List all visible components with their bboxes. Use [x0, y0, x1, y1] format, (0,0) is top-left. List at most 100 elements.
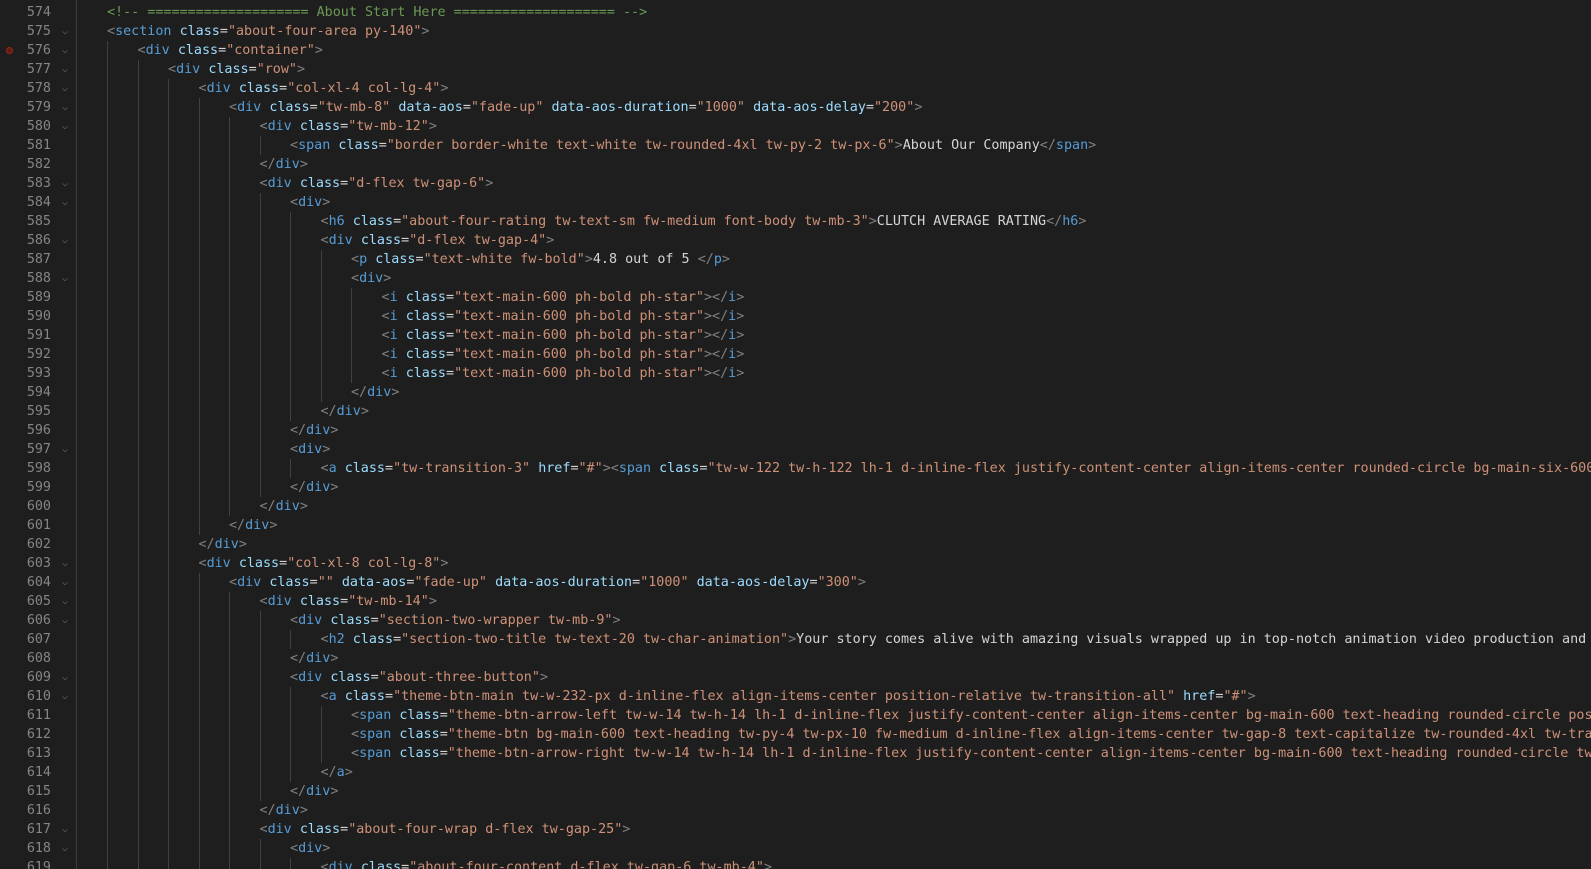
code-line[interactable]: 584 ⌵ <div> [0, 193, 1591, 212]
code-line[interactable]: 607 <h2 class="section-two-title tw-text-… [0, 630, 1591, 649]
code-line[interactable]: 613 <span class="theme-btn-arrow-right tw… [0, 744, 1591, 763]
code-line[interactable]: 614 </a> [0, 763, 1591, 782]
code-line[interactable]: 605 ⌵ <div class="tw-mb-14"> [0, 592, 1591, 611]
fold-chevron-icon[interactable]: ⌵ [58, 839, 72, 858]
code-line[interactable]: 575 ⌵ <section class="about-four-area py-1… [0, 22, 1591, 41]
code-line[interactable]: 580 ⌵ <div class="tw-mb-12"> [0, 117, 1591, 136]
indent-guide [168, 725, 169, 744]
code-line[interactable]: 585 <h6 class="about-four-rating tw-text-… [0, 212, 1591, 231]
code-line[interactable]: 595 </div> [0, 402, 1591, 421]
code-line[interactable]: 619 <div class="about-four-content d-flex… [0, 858, 1591, 869]
code-line[interactable]: 603 ⌵ <div class="col-xl-8 col-lg-8"> [0, 554, 1591, 573]
indent-guide [168, 573, 169, 592]
code-line[interactable]: 579 ⌵ <div class="tw-mb-8" data-aos="fade-… [0, 98, 1591, 117]
code-line[interactable]: 597 ⌵ <div> [0, 440, 1591, 459]
fold-chevron-icon[interactable]: ⌵ [58, 231, 72, 250]
code-line[interactable]: 606 ⌵ <div class="section-two-wrapper tw-m… [0, 611, 1591, 630]
code-text: <div class="row"> [168, 60, 305, 79]
code-line[interactable]: 604 ⌵ <div class="" data-aos="fade-up" dat… [0, 573, 1591, 592]
code-line[interactable]: 591 <i class="text-main-600 ph-bold ph-st… [0, 326, 1591, 345]
code-line[interactable]: 616 </div> [0, 801, 1591, 820]
token-bracket: > [914, 100, 923, 115]
code-line[interactable]: 618 ⌵ <div> [0, 839, 1591, 858]
fold-chevron-icon[interactable]: ⌵ [58, 440, 72, 459]
code-line[interactable]: 589 <i class="text-main-600 ph-bold ph-st… [0, 288, 1591, 307]
code-line[interactable]: 590 <i class="text-main-600 ph-bold ph-st… [0, 307, 1591, 326]
code-line[interactable]: 583 ⌵ <div class="d-flex tw-gap-6"> [0, 174, 1591, 193]
indent-guide [229, 782, 230, 801]
fold-chevron-icon[interactable]: ⌵ [58, 79, 72, 98]
indent-guide [290, 307, 291, 326]
code-line[interactable]: 576 ⌵ <div class="container"> [0, 41, 1591, 60]
fold-chevron-icon[interactable]: ⌵ [58, 611, 72, 630]
line-number: 606 [26, 613, 51, 628]
indent-guide [229, 326, 230, 345]
token-str: "row" [256, 62, 297, 77]
fold-chevron-icon[interactable]: ⌵ [58, 174, 72, 193]
code-line[interactable]: 611 <span class="theme-btn-arrow-left tw-… [0, 706, 1591, 725]
fold-chevron-icon[interactable]: ⌵ [58, 117, 72, 136]
code-line[interactable]: 594 </div> [0, 383, 1591, 402]
code-lines[interactable]: 574 <!-- ==================== About Start… [0, 3, 1591, 869]
indent-guide [290, 364, 291, 383]
code-line[interactable]: 587 <p class="text-white fw-bold">4.8 out… [0, 250, 1591, 269]
code-line[interactable]: 581 <span class="border border-white text… [0, 136, 1591, 155]
indent-guide [137, 592, 139, 611]
code-line[interactable]: 612 <span class="theme-btn bg-main-600 te… [0, 725, 1591, 744]
code-line[interactable]: 617 ⌵ <div class="about-four-wrap d-flex t… [0, 820, 1591, 839]
indent-guide [229, 250, 230, 269]
code-line[interactable]: 610 ⌵ <a class="theme-btn-main tw-w-232-px… [0, 687, 1591, 706]
code-line[interactable]: 582 </div> [0, 155, 1591, 174]
indent-guide [137, 649, 139, 668]
code-line[interactable]: 596 </div> [0, 421, 1591, 440]
token-eq: = [401, 233, 410, 248]
code-line[interactable]: 577 ⌵ <div class="row"> [0, 60, 1591, 79]
code-line[interactable]: 598 <a class="tw-transition-3" href="#"><… [0, 459, 1591, 478]
code-line[interactable]: 608 </div> [0, 649, 1591, 668]
token-bracket: < [290, 613, 299, 628]
fold-chevron-icon[interactable]: ⌵ [58, 592, 72, 611]
code-line[interactable]: 599 </div> [0, 478, 1591, 497]
code-line[interactable]: 574 <!-- ==================== About Start… [0, 3, 1591, 22]
code-line[interactable]: 601 </div> [0, 516, 1591, 535]
token-str: "fade-up" [414, 575, 487, 590]
code-line[interactable]: 600 </div> [0, 497, 1591, 516]
fold-chevron-icon[interactable]: ⌵ [58, 41, 72, 60]
fold-chevron-icon[interactable]: ⌵ [58, 554, 72, 573]
code-text: </div> [260, 801, 308, 820]
token-str: "about-four-rating tw-text-sm fw-medium … [401, 214, 869, 229]
breakpoint-dot-icon[interactable] [6, 47, 13, 54]
fold-chevron-icon[interactable]: ⌵ [58, 193, 72, 212]
indent-guide [168, 250, 169, 269]
fold-chevron-icon[interactable]: ⌵ [58, 22, 72, 41]
code-line[interactable]: 602 </div> [0, 535, 1591, 554]
token-bracket: > [857, 575, 866, 590]
token-bracket: < [351, 708, 360, 723]
indent-guide [168, 820, 169, 839]
token-tag: a [328, 689, 337, 704]
code-line[interactable]: 609 ⌵ <div class="about-three-button"> [0, 668, 1591, 687]
fold-chevron-icon[interactable]: ⌵ [58, 60, 72, 79]
token-bracket: </ [351, 385, 368, 400]
indent-guide [168, 117, 169, 136]
indent-guide [259, 763, 261, 782]
code-line[interactable]: 586 ⌵ <div class="d-flex tw-gap-4"> [0, 231, 1591, 250]
indent-guide [198, 421, 200, 440]
code-line[interactable]: 588 ⌵ <div> [0, 269, 1591, 288]
fold-chevron-icon[interactable]: ⌵ [58, 573, 72, 592]
fold-chevron-icon[interactable]: ⌵ [58, 820, 72, 839]
code-text: <a class="tw-transition-3" href="#"><spa… [321, 459, 1591, 478]
fold-chevron-icon[interactable]: ⌵ [58, 98, 72, 117]
code-line[interactable]: 615 </div> [0, 782, 1591, 801]
fold-chevron-icon[interactable]: ⌵ [58, 668, 72, 687]
token-tag: div [359, 271, 384, 286]
fold-chevron-icon[interactable]: ⌵ [58, 687, 72, 706]
code-line[interactable]: 592 <i class="text-main-600 ph-bold ph-st… [0, 345, 1591, 364]
token-str: "300" [817, 575, 858, 590]
code-line[interactable]: 593 <i class="text-main-600 ph-bold ph-st… [0, 364, 1591, 383]
code-editor[interactable]: 574 <!-- ==================== About Start… [0, 0, 1591, 869]
token-tag: div [275, 803, 300, 818]
code-line[interactable]: 578 ⌵ <div class="col-xl-4 col-lg-4"> [0, 79, 1591, 98]
fold-chevron-icon[interactable]: ⌵ [58, 269, 72, 288]
